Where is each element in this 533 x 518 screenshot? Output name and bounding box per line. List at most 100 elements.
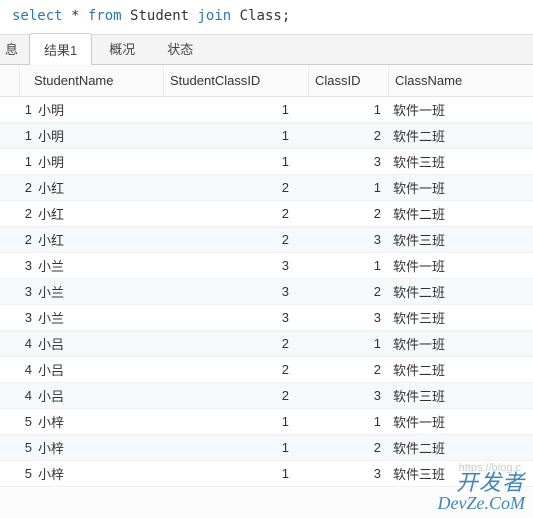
table-row[interactable]: 4小吕23软件三班 bbox=[0, 383, 533, 409]
table-row[interactable]: 3小兰31软件一班 bbox=[0, 253, 533, 279]
cell-studentid: 4 bbox=[20, 362, 34, 377]
cell-classname: 软件三班 bbox=[389, 152, 533, 171]
table-row[interactable]: 2小红21软件一班 bbox=[0, 175, 533, 201]
cell-studentname: 小红 bbox=[34, 204, 164, 223]
sql-editor[interactable]: select * from Student join Class; bbox=[0, 0, 533, 35]
cell-classname: 软件二班 bbox=[389, 282, 533, 301]
cell-classid: 2 bbox=[309, 362, 389, 377]
table-row[interactable]: 1小明11软件一班 bbox=[0, 97, 533, 123]
cell-classid: 1 bbox=[309, 180, 389, 195]
cell-classname: 软件一班 bbox=[389, 334, 533, 353]
col-header-studentclassid[interactable]: StudentClassID bbox=[164, 65, 309, 96]
cell-classname: 软件一班 bbox=[389, 178, 533, 197]
cell-studentid: 2 bbox=[20, 232, 34, 247]
grid-body: 1小明11软件一班1小明12软件二班1小明13软件三班2小红21软件一班2小红2… bbox=[0, 97, 533, 487]
table-row[interactable]: 3小兰32软件二班 bbox=[0, 279, 533, 305]
table-row[interactable]: 2小红22软件二班 bbox=[0, 201, 533, 227]
cell-studentclassid: 2 bbox=[164, 180, 309, 195]
table-row[interactable]: 3小兰33软件三班 bbox=[0, 305, 533, 331]
cell-studentname: 小明 bbox=[34, 100, 164, 119]
table-row[interactable]: 4小吕21软件一班 bbox=[0, 331, 533, 357]
cell-classname: 软件一班 bbox=[389, 100, 533, 119]
cell-studentname: 小红 bbox=[34, 178, 164, 197]
cell-studentid: 4 bbox=[20, 336, 34, 351]
sql-token: Student bbox=[130, 8, 189, 24]
cell-classid: 1 bbox=[309, 102, 389, 117]
cell-classname: 软件一班 bbox=[389, 412, 533, 431]
cell-classname: 软件三班 bbox=[389, 464, 533, 483]
cell-classid: 3 bbox=[309, 154, 389, 169]
cell-studentclassid: 2 bbox=[164, 206, 309, 221]
cell-studentclassid: 1 bbox=[164, 466, 309, 481]
cell-studentname: 小梓 bbox=[34, 464, 164, 483]
tab-status[interactable]: 状态 bbox=[152, 32, 208, 64]
sql-keyword: select bbox=[12, 8, 63, 24]
cell-studentclassid: 2 bbox=[164, 362, 309, 377]
table-row[interactable]: 4小吕22软件二班 bbox=[0, 357, 533, 383]
tab-overview[interactable]: 概况 bbox=[94, 32, 150, 64]
cell-studentname: 小明 bbox=[34, 126, 164, 145]
table-row[interactable]: 5小梓11软件一班 bbox=[0, 409, 533, 435]
table-row[interactable]: 5小梓12软件二班 bbox=[0, 435, 533, 461]
cell-studentid: 3 bbox=[20, 284, 34, 299]
table-row[interactable]: 5小梓13软件三班 bbox=[0, 461, 533, 487]
cell-studentclassid: 3 bbox=[164, 310, 309, 325]
cell-classid: 3 bbox=[309, 232, 389, 247]
cell-studentclassid: 2 bbox=[164, 232, 309, 247]
cell-studentid: 1 bbox=[20, 102, 34, 117]
cell-studentid: 5 bbox=[20, 440, 34, 455]
cell-studentclassid: 2 bbox=[164, 336, 309, 351]
sql-keyword: from bbox=[88, 8, 122, 24]
cell-studentid: 3 bbox=[20, 310, 34, 325]
grid-header-row: StudentName StudentClassID ClassID Class… bbox=[0, 65, 533, 97]
sql-token: Class bbox=[240, 8, 282, 24]
cell-classid: 2 bbox=[309, 128, 389, 143]
sql-token: ; bbox=[282, 8, 290, 24]
cell-studentid: 1 bbox=[20, 128, 34, 143]
cell-studentid: 5 bbox=[20, 414, 34, 429]
cell-studentname: 小兰 bbox=[34, 256, 164, 275]
cell-studentid: 3 bbox=[20, 258, 34, 273]
cell-studentname: 小吕 bbox=[34, 360, 164, 379]
cell-classname: 软件二班 bbox=[389, 438, 533, 457]
table-row[interactable]: 2小红23软件三班 bbox=[0, 227, 533, 253]
col-header-classname[interactable]: ClassName bbox=[389, 73, 533, 88]
result-tabs: 息 结果1 概况 状态 bbox=[0, 35, 533, 65]
sql-keyword: join bbox=[198, 8, 232, 24]
table-row[interactable]: 1小明13软件三班 bbox=[0, 149, 533, 175]
cell-studentclassid: 1 bbox=[164, 414, 309, 429]
col-header-studentname[interactable]: StudentName bbox=[34, 65, 164, 96]
cell-studentname: 小吕 bbox=[34, 334, 164, 353]
cell-studentname: 小红 bbox=[34, 230, 164, 249]
cell-studentname: 小梓 bbox=[34, 438, 164, 457]
tab-messages[interactable]: 息 bbox=[0, 32, 27, 64]
cell-classid: 1 bbox=[309, 258, 389, 273]
cell-classname: 软件二班 bbox=[389, 126, 533, 145]
cell-studentclassid: 2 bbox=[164, 388, 309, 403]
cell-classid: 1 bbox=[309, 336, 389, 351]
watermark-line2: DevZe.CoM bbox=[438, 494, 525, 512]
cell-classname: 软件三班 bbox=[389, 386, 533, 405]
sql-token: * bbox=[71, 8, 79, 24]
cell-studentclassid: 3 bbox=[164, 258, 309, 273]
cell-studentclassid: 1 bbox=[164, 440, 309, 455]
row-number-header[interactable] bbox=[0, 65, 20, 96]
cell-studentclassid: 1 bbox=[164, 128, 309, 143]
table-row[interactable]: 1小明12软件二班 bbox=[0, 123, 533, 149]
cell-classname: 软件三班 bbox=[389, 230, 533, 249]
cell-classid: 1 bbox=[309, 414, 389, 429]
cell-classid: 2 bbox=[309, 206, 389, 221]
tab-result1[interactable]: 结果1 bbox=[29, 33, 92, 65]
cell-studentname: 小梓 bbox=[34, 412, 164, 431]
cell-studentclassid: 1 bbox=[164, 102, 309, 117]
cell-studentclassid: 1 bbox=[164, 154, 309, 169]
result-grid: StudentName StudentClassID ClassID Class… bbox=[0, 65, 533, 487]
cell-classname: 软件三班 bbox=[389, 308, 533, 327]
cell-classid: 2 bbox=[309, 440, 389, 455]
cell-studentid: 2 bbox=[20, 206, 34, 221]
cell-studentclassid: 3 bbox=[164, 284, 309, 299]
cell-classname: 软件二班 bbox=[389, 360, 533, 379]
cell-studentid: 2 bbox=[20, 180, 34, 195]
cell-studentname: 小兰 bbox=[34, 282, 164, 301]
col-header-classid[interactable]: ClassID bbox=[309, 65, 389, 96]
